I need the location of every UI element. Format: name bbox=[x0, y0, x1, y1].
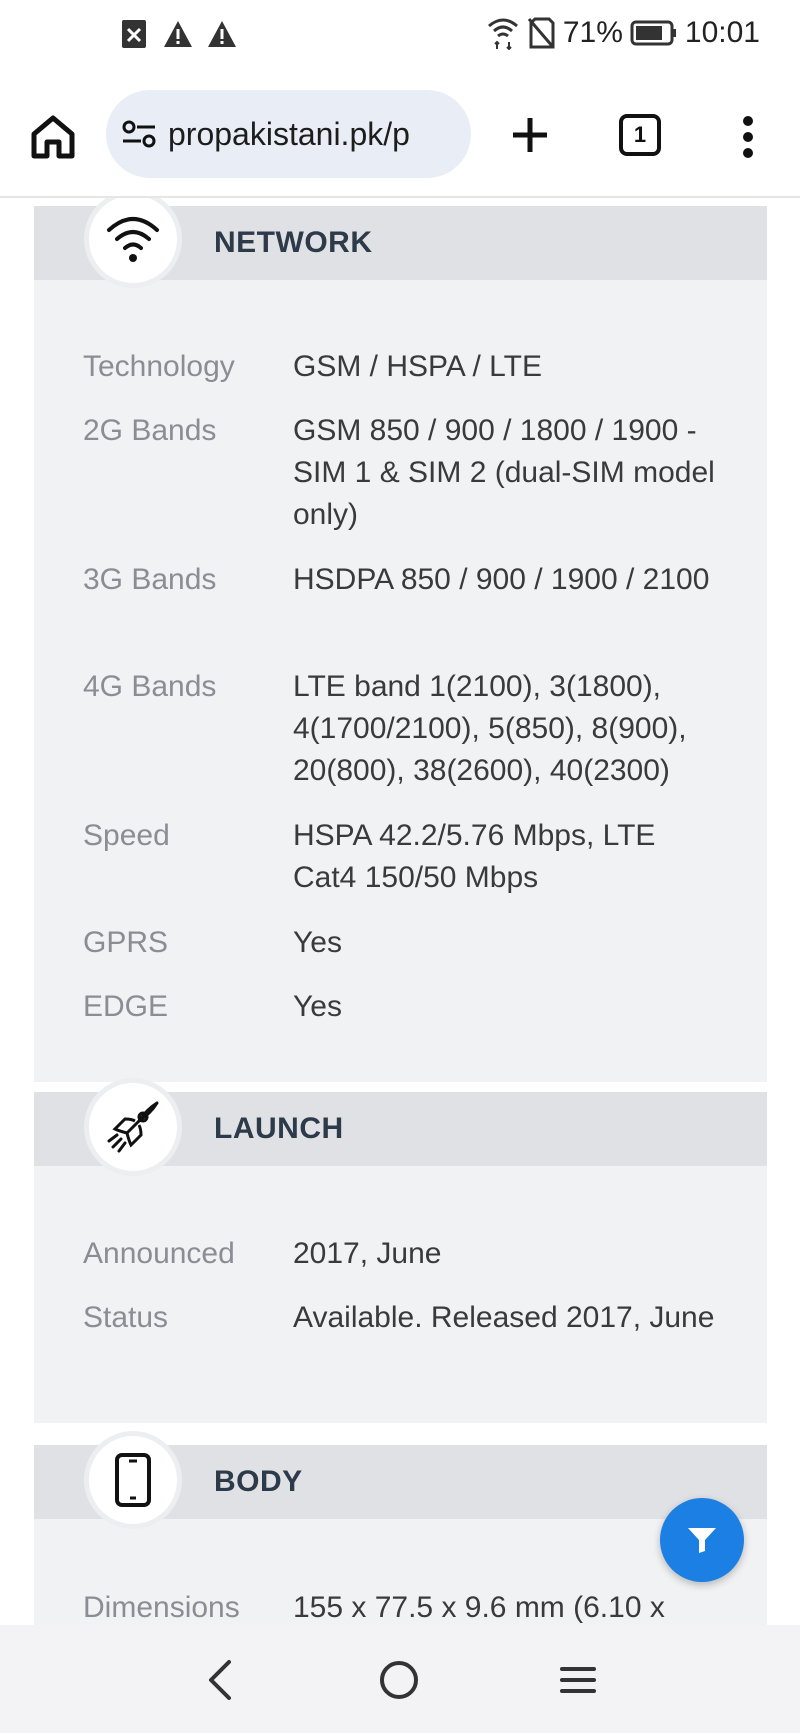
warning-icon bbox=[206, 18, 238, 50]
spec-label: Dimensions bbox=[83, 1591, 240, 1624]
home-button[interactable] bbox=[28, 112, 78, 162]
spec-value: Available. Released 2017, June bbox=[293, 1301, 715, 1334]
spec-label: 3G Bands bbox=[83, 563, 217, 596]
back-icon bbox=[209, 1660, 231, 1700]
section-title-network: NETWORK bbox=[214, 226, 373, 259]
wifi-icon bbox=[107, 217, 159, 262]
spec-row: 2G Bands GSM 850 / 900 / 1800 / 1900 - S… bbox=[83, 410, 763, 536]
spec-label: GPRS bbox=[83, 926, 169, 959]
url-text: propakistani.pk/p bbox=[168, 115, 410, 152]
spec-row: Announced 2017, June bbox=[83, 1233, 763, 1275]
spec-value: 155 x 77.5 x 9.6 mm (6.10 x bbox=[293, 1591, 665, 1624]
home-nav-button[interactable] bbox=[374, 1655, 424, 1705]
spec-label: EDGE bbox=[83, 990, 169, 1023]
spec-value: 2017, June bbox=[293, 1237, 442, 1270]
more-vert-icon bbox=[743, 116, 753, 158]
image-error-icon bbox=[118, 18, 150, 50]
plus-icon bbox=[513, 118, 547, 152]
filter-button[interactable] bbox=[660, 1498, 744, 1582]
system-nav-bar bbox=[0, 1625, 800, 1733]
spec-value: GSM 850 / 900 / 1800 / 1900 - SIM 1 & SI… bbox=[293, 414, 715, 531]
notification-icons bbox=[118, 18, 238, 50]
battery-percent: 71% bbox=[562, 16, 623, 49]
section-title-body: BODY bbox=[214, 1465, 303, 1498]
status-bar: 71% 10:01 bbox=[0, 0, 800, 76]
spec-value: HSDPA 850 / 900 / 1900 / 2100 bbox=[293, 563, 710, 596]
spec-row: Speed HSPA 42.2/5.76 Mbps, LTE Cat4 150/… bbox=[83, 815, 763, 899]
spec-row: Technology GSM / HSPA / LTE bbox=[83, 346, 763, 388]
address-bar[interactable]: propakistani.pk/p bbox=[106, 90, 471, 178]
launch-icon-circle bbox=[84, 1078, 182, 1176]
home-icon bbox=[31, 115, 75, 159]
tab-switcher-button[interactable]: 1 bbox=[619, 114, 661, 156]
browser-toolbar: propakistani.pk/p 1 bbox=[0, 76, 800, 198]
spec-label: Announced bbox=[83, 1237, 235, 1270]
section-title-launch: LAUNCH bbox=[214, 1112, 344, 1145]
spec-value: Yes bbox=[293, 926, 342, 959]
spec-row: GPRS Yes bbox=[83, 922, 763, 964]
system-status: 71% 10:01 bbox=[487, 16, 760, 50]
spec-label: Status bbox=[83, 1301, 169, 1334]
spec-row: EDGE Yes bbox=[83, 986, 763, 1028]
recents-button[interactable] bbox=[553, 1655, 603, 1705]
spec-label: 4G Bands bbox=[83, 670, 217, 703]
spec-value: LTE band 1(2100), 3(1800), 4(1700/2100),… bbox=[293, 670, 687, 787]
spec-row: 3G Bands HSDPA 850 / 900 / 1900 / 2100 bbox=[83, 559, 763, 601]
spec-value: HSPA 42.2/5.76 Mbps, LTE Cat4 150/50 Mbp… bbox=[293, 819, 656, 894]
site-settings-icon bbox=[122, 120, 156, 148]
spec-label: Technology bbox=[83, 350, 235, 383]
filter-icon bbox=[688, 1528, 716, 1553]
menu-lines-icon bbox=[560, 1667, 596, 1693]
spec-label: Speed bbox=[83, 819, 170, 852]
warning-icon bbox=[162, 18, 194, 50]
battery-icon bbox=[629, 17, 679, 49]
spec-value: GSM / HSPA / LTE bbox=[293, 350, 542, 383]
back-button[interactable] bbox=[196, 1655, 246, 1705]
new-tab-button[interactable] bbox=[505, 110, 555, 160]
tab-count: 1 bbox=[633, 122, 647, 147]
no-sim-icon bbox=[525, 17, 557, 49]
body-icon-circle bbox=[84, 1431, 182, 1529]
spec-row: Status Available. Released 2017, June bbox=[83, 1297, 763, 1339]
wifi-signal-icon bbox=[487, 17, 519, 50]
spec-value: Yes bbox=[293, 990, 342, 1023]
page-content[interactable]: NETWORK Technology GSM / HSPA / LTE 2G B… bbox=[0, 198, 800, 1625]
browser-menu-button[interactable] bbox=[728, 112, 768, 162]
spec-row: Dimensions 155 x 77.5 x 9.6 mm (6.10 x bbox=[83, 1587, 763, 1625]
spec-label: 2G Bands bbox=[83, 414, 217, 447]
rocket-icon bbox=[107, 1101, 159, 1153]
phone-icon bbox=[115, 1453, 151, 1507]
clock: 10:01 bbox=[684, 16, 760, 49]
spec-row: 4G Bands LTE band 1(2100), 3(1800), 4(17… bbox=[83, 666, 763, 792]
circle-home-icon bbox=[380, 1661, 418, 1699]
